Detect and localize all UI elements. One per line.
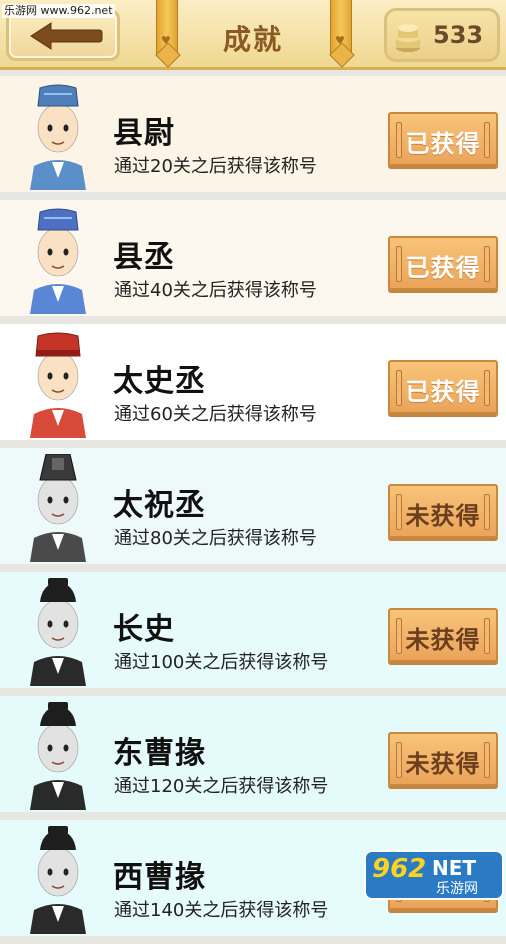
achievement-name: 东曹掾 xyxy=(113,736,206,771)
watermark-net: NET xyxy=(432,856,477,880)
achievement-description: 通过20关之后获得该称号 xyxy=(114,156,317,177)
status-label: 未获得 xyxy=(405,626,481,654)
official-portrait-icon xyxy=(22,330,94,438)
watermark-logo: 962 NET 乐游网 xyxy=(366,852,502,898)
achievement-row: 太祝丞通过80关之后获得该称号 未获得 xyxy=(0,448,506,564)
achievement-description: 通过100关之后获得该称号 xyxy=(114,652,329,673)
achievement-status-button[interactable]: 未获得 xyxy=(388,484,498,538)
status-label: 未获得 xyxy=(405,750,481,778)
watermark-top: 乐游网 www.962.net xyxy=(2,4,115,18)
official-portrait-icon xyxy=(22,453,94,562)
achievement-description: 通过60关之后获得该称号 xyxy=(114,404,317,425)
official-portrait-icon xyxy=(22,578,94,686)
achievement-row: 县丞通过40关之后获得该称号 已获得 xyxy=(0,200,506,316)
watermark-number: 962 xyxy=(372,854,427,884)
watermark-cn: 乐游网 xyxy=(436,881,478,897)
achievement-status-button[interactable]: 未获得 xyxy=(388,608,498,662)
back-arrow-icon xyxy=(30,22,103,50)
achievement-status-button[interactable]: 已获得 xyxy=(388,112,498,166)
achievement-status-button[interactable]: 未获得 xyxy=(388,732,498,786)
official-portrait-icon xyxy=(22,826,94,934)
achievement-description: 通过40关之后获得该称号 xyxy=(114,280,317,301)
status-label: 未获得 xyxy=(405,502,481,530)
achievement-name: 太史丞 xyxy=(113,364,206,399)
coin-counter: 533 xyxy=(384,8,500,62)
official-portrait-icon xyxy=(22,206,94,314)
achievement-status-button[interactable]: 已获得 xyxy=(388,236,498,290)
status-label: 已获得 xyxy=(405,378,481,406)
achievement-name: 西曹掾 xyxy=(113,860,206,895)
ribbon-right: ♥ xyxy=(330,0,352,56)
coin-stack-icon xyxy=(396,24,420,52)
official-portrait-icon xyxy=(22,82,94,190)
achievement-row: 长史通过100关之后获得该称号 未获得 xyxy=(0,572,506,688)
achievement-name: 长史 xyxy=(113,612,175,647)
status-label: 已获得 xyxy=(405,130,481,158)
achievement-name: 县丞 xyxy=(113,240,175,275)
achievement-list: 县尉 通过20关之后获得该称号 已获得 县丞 通过40关之后获得该称号 已获得 太史丞通… xyxy=(0,76,506,944)
ribbon-left: ♥ xyxy=(156,0,178,56)
achievement-description: 通过120关之后获得该称号 xyxy=(114,776,329,797)
achievement-row: 东曹掾通过120关之后获得该称号 未获得 xyxy=(0,696,506,812)
achievement-status-button[interactable]: 已获得 xyxy=(388,360,498,414)
achievement-description: 通过80关之后获得该称号 xyxy=(114,528,317,549)
achievement-name: 县尉 xyxy=(113,116,175,151)
status-label: 已获得 xyxy=(405,254,481,282)
achievement-row: 县尉通过20关之后获得该称号 已获得 xyxy=(0,76,506,192)
coin-count: 533 xyxy=(433,21,484,49)
page-title: 成就 xyxy=(222,23,283,56)
achievement-name: 太祝丞 xyxy=(113,488,206,523)
official-portrait-icon xyxy=(22,702,94,810)
top-bar: ♥ 成就 ♥ 533 乐游网 www.962.net xyxy=(0,0,506,70)
achievement-row: 太史丞通过60关之后获得该称号 已获得 xyxy=(0,324,506,440)
